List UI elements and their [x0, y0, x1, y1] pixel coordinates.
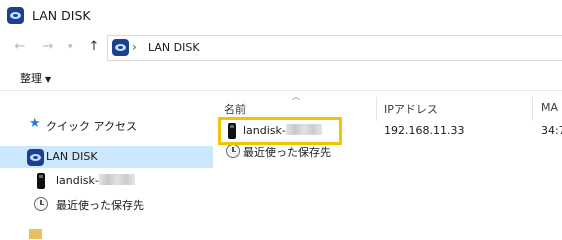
- title-bar: LAN DISK: [0, 0, 562, 32]
- breadcrumb-chevron-icon[interactable]: ›: [132, 40, 137, 54]
- organize-label: 整理: [20, 72, 42, 85]
- sidebar-item-recent[interactable]: 最近使った保存先: [0, 193, 213, 215]
- sort-ascending-icon: ︿: [292, 92, 300, 101]
- item-mac-address: 34:7: [541, 124, 562, 137]
- forward-arrow-icon[interactable]: →: [40, 39, 56, 55]
- lan-disk-icon: [27, 149, 44, 166]
- chevron-down-icon: ▼: [45, 75, 52, 84]
- item-name: 最近使った保存先: [243, 146, 331, 159]
- annotation-highlight-frame: [218, 117, 342, 145]
- column-divider[interactable]: [532, 97, 533, 121]
- command-bar: 整理 ▼: [0, 62, 562, 91]
- redacted-blur: [98, 174, 135, 185]
- back-arrow-icon[interactable]: ←: [12, 39, 28, 55]
- sidebar-item-label: クイック アクセス: [46, 120, 137, 133]
- folder-icon: [29, 229, 42, 239]
- breadcrumb-lan-disk[interactable]: LAN DISK: [148, 41, 200, 54]
- sidebar-item-label: 最近使った保存先: [56, 199, 144, 212]
- up-arrow-icon[interactable]: ↑: [86, 39, 102, 55]
- column-header-mac[interactable]: MA: [541, 101, 558, 114]
- sidebar-item-landisk-device[interactable]: landisk-: [0, 170, 213, 192]
- item-ip-address: 192.168.11.33: [384, 124, 465, 137]
- column-divider[interactable]: [376, 97, 377, 121]
- sidebar-item-quick-access[interactable]: ★ クイック アクセス: [0, 114, 213, 136]
- recent-clock-icon: [34, 197, 48, 211]
- quick-access-star-icon: ★: [29, 116, 41, 131]
- navigation-pane: ★ クイック アクセス LAN DISK landisk- 最近使った保存先: [0, 91, 213, 239]
- sidebar-item-lan-disk[interactable]: LAN DISK: [0, 146, 213, 168]
- address-bar[interactable]: › LAN DISK: [107, 35, 562, 61]
- recent-clock-icon: [226, 144, 240, 158]
- lan-disk-icon: [112, 39, 129, 56]
- column-header-name[interactable]: 名前: [224, 101, 246, 117]
- column-header-ip[interactable]: IPアドレス: [384, 101, 438, 117]
- window-title: LAN DISK: [32, 8, 91, 23]
- lan-disk-icon: [7, 7, 24, 24]
- sidebar-item-label: LAN DISK: [46, 150, 98, 163]
- organize-button[interactable]: 整理 ▼: [20, 70, 51, 86]
- recent-locations-chevron-icon[interactable]: ▾: [68, 39, 73, 55]
- sidebar-item-label: landisk-: [56, 174, 135, 187]
- file-list: ︿ 名前 IPアドレス MA landisk- 192.168.11.33 34…: [214, 91, 562, 235]
- device-icon: [37, 173, 45, 189]
- navigation-bar: ← → ▾ ↑ › LAN DISK: [0, 32, 562, 62]
